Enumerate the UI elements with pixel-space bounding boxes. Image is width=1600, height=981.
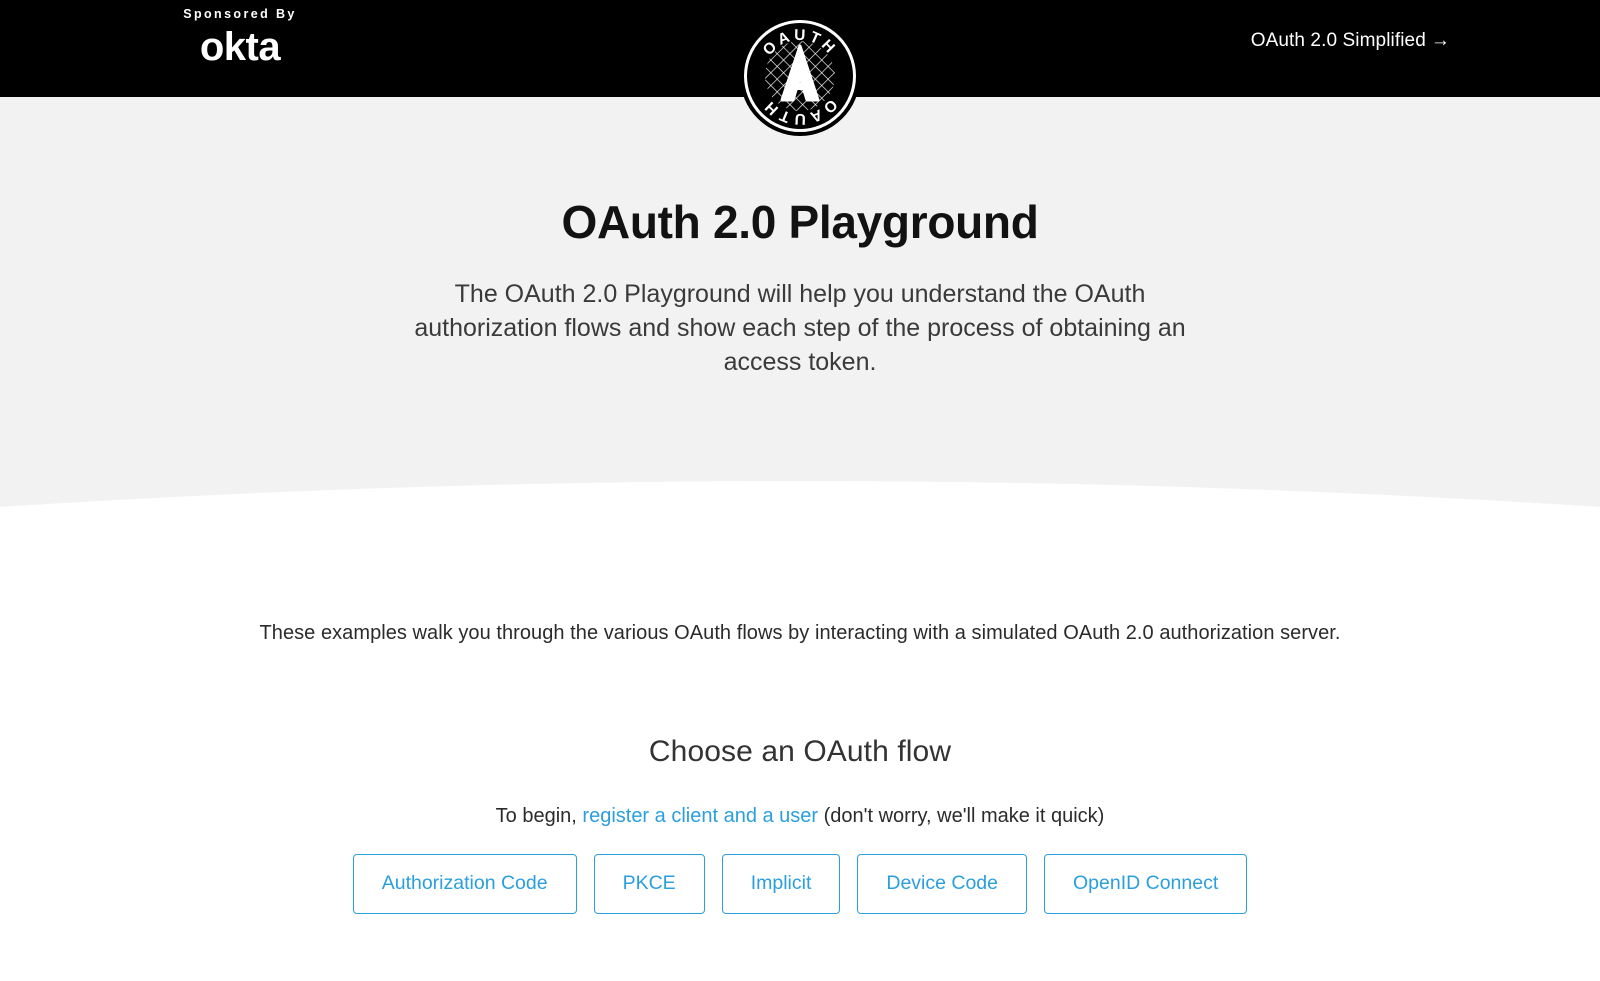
hero-curve-divider [0,481,1600,517]
sponsored-by-label: Sponsored By [183,7,297,21]
oauth-simplified-label: OAuth 2.0 Simplified [1250,30,1426,51]
flow-button-pkce[interactable]: PKCE [593,854,705,914]
oauth-badge-logo[interactable]: OAUTH OAUTH [739,15,861,137]
okta-logo[interactable]: okta [130,27,350,67]
oauth-flow-button-row: Authorization Code PKCE Implicit Device … [0,854,1600,914]
flow-button-authorization-code[interactable]: Authorization Code [352,854,577,914]
page-title: OAuth 2.0 Playground [561,196,1039,248]
flow-button-implicit[interactable]: Implicit [721,854,841,914]
intro-paragraph: These examples walk you through the vari… [259,622,1341,644]
oauth-simplified-link[interactable]: OAuth 2.0 Simplified → [1251,30,1450,52]
begin-prefix-text: To begin, [495,805,583,827]
arrow-right-icon: → [1430,30,1450,51]
hero-section: OAuth 2.0 Playground The OAuth 2.0 Playg… [0,97,1600,517]
flow-button-device-code[interactable]: Device Code [857,854,1027,914]
hero-subtitle: The OAuth 2.0 Playground will help you u… [414,280,1186,376]
register-client-and-user-link[interactable]: register a client and a user [582,805,818,827]
choose-flow-heading: Choose an OAuth flow [648,735,952,768]
flow-button-openid-connect[interactable]: OpenID Connect [1044,854,1248,914]
begin-suffix-text: (don't worry, we'll make it quick) [818,805,1105,827]
page-root: Sponsored By okta OAuth 2.0 Simplified→ [0,0,1600,981]
main-content: These examples walk you through the vari… [0,517,1600,981]
begin-instruction: To begin, register a client and a user (… [0,805,1600,828]
sponsor-block: Sponsored By okta [130,8,350,67]
